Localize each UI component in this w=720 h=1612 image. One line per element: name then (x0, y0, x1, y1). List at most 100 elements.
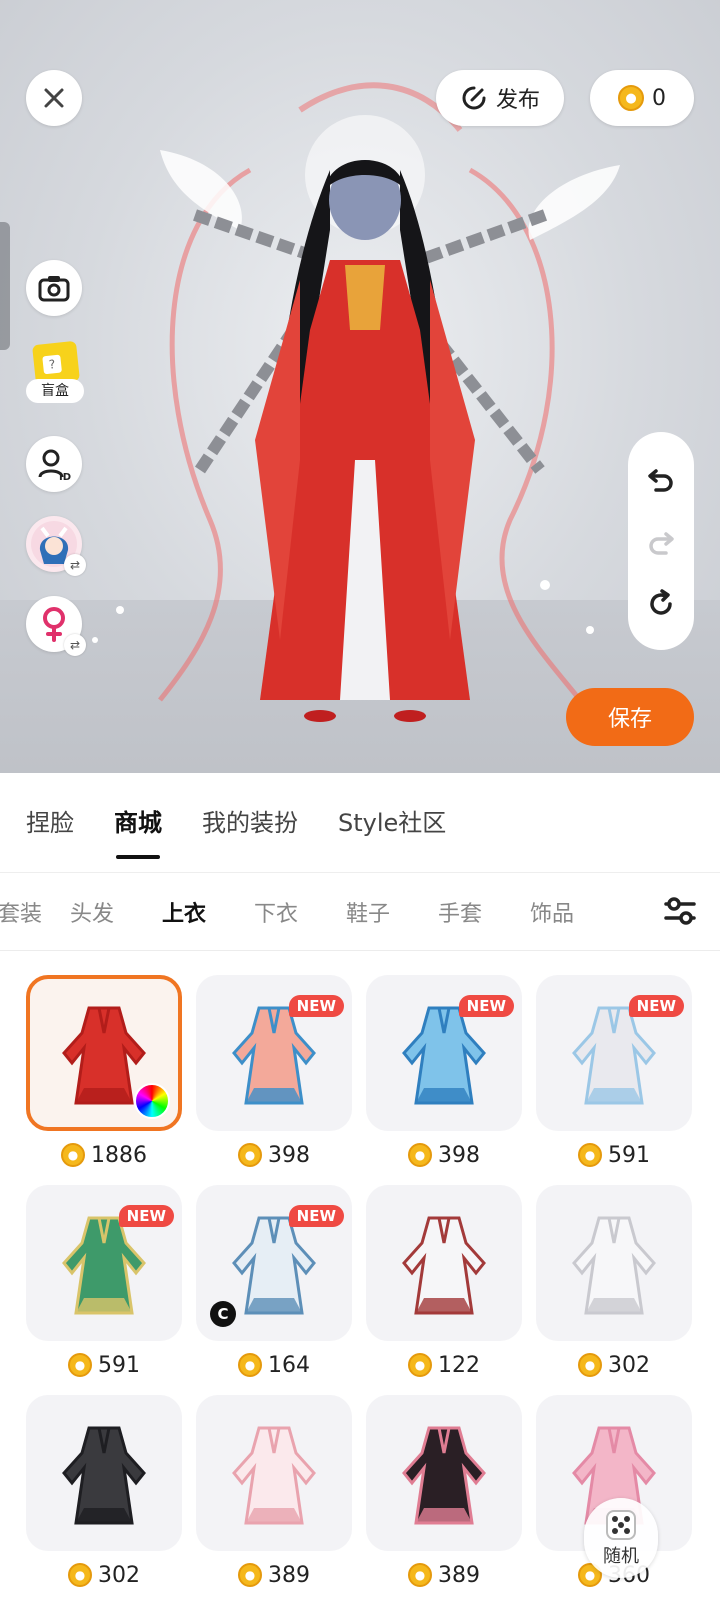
item-price-value: 389 (268, 1562, 310, 1588)
tab-0[interactable]: 捏脸 (26, 799, 74, 847)
item-thumbnail[interactable]: NEW (366, 975, 522, 1131)
coin-balance[interactable]: ● 0 (590, 70, 694, 126)
item-price: ● 398 (366, 1131, 522, 1179)
dice-icon (606, 1510, 636, 1540)
coin-balance-value: 0 (652, 85, 666, 111)
female-icon (43, 607, 65, 642)
id-icon: ID (38, 449, 71, 481)
item-price-value: 122 (438, 1352, 480, 1378)
blindbox-button[interactable]: ? 盲盒 (26, 340, 84, 405)
coin-icon: ● (238, 1563, 262, 1587)
item-price: ● 591 (26, 1341, 182, 1389)
coin-icon: ● (578, 1353, 602, 1377)
undo-icon[interactable] (646, 463, 676, 493)
gender-switch-button[interactable]: ⇄ (26, 596, 86, 656)
item-price-value: 164 (268, 1352, 310, 1378)
item-thumbnail[interactable]: NEW C (196, 1185, 352, 1341)
black-coat-icon (62, 1426, 146, 1525)
tab-2[interactable]: 我的装扮 (202, 799, 298, 847)
tab-3[interactable]: Style社区 (338, 799, 446, 847)
item-thumbnail[interactable] (26, 975, 182, 1131)
blindbox-label: 盲盒 (26, 379, 84, 403)
switch-avatar-button[interactable]: ⇄ (26, 516, 86, 576)
category-tab-6[interactable]: 饰品 (506, 896, 598, 928)
item-price-value: 302 (608, 1352, 650, 1378)
category-tab-1[interactable]: 头发 (46, 896, 138, 928)
item-card[interactable]: NEW ● 398 (366, 975, 522, 1185)
new-badge: NEW (288, 1205, 344, 1227)
item-price: ● 591 (536, 1131, 692, 1179)
item-price-value: 398 (268, 1142, 310, 1168)
item-price-value: 398 (438, 1142, 480, 1168)
item-card[interactable]: ● 389 (196, 1395, 352, 1605)
item-card[interactable]: NEW C ● 164 (196, 1185, 352, 1395)
filter-icon[interactable] (660, 891, 700, 931)
white-coat-icon (572, 1216, 656, 1315)
item-price-value: 591 (608, 1142, 650, 1168)
id-button[interactable]: ID (26, 436, 82, 492)
category-tab-3[interactable]: 下衣 (230, 896, 322, 928)
coin-icon: ● (408, 1143, 432, 1167)
redo-icon[interactable] (646, 526, 676, 556)
item-card[interactable]: NEW ● 591 (536, 975, 692, 1185)
item-price: ● 302 (536, 1341, 692, 1389)
creator-c-icon: C (210, 1301, 236, 1327)
item-thumbnail[interactable]: NEW (536, 975, 692, 1131)
item-card[interactable]: NEW ● 398 (196, 975, 352, 1185)
white-jacket-icon (402, 1216, 486, 1315)
gothic-dress-icon (402, 1426, 486, 1525)
reset-icon[interactable] (646, 589, 676, 619)
category-tab-0[interactable]: 套装 (0, 896, 46, 928)
item-card[interactable]: ● 302 (26, 1395, 182, 1605)
camera-button[interactable] (26, 260, 82, 316)
category-tab-2[interactable]: 上衣 (138, 896, 230, 928)
main-tabs: 捏脸 商城 我的装扮 Style社区 (0, 773, 720, 873)
item-price: ● 164 (196, 1341, 352, 1389)
item-card[interactable]: ● 389 (366, 1395, 522, 1605)
coin-icon: ● (408, 1563, 432, 1587)
item-price-value: 302 (98, 1562, 140, 1588)
random-label: 随机 (603, 1546, 639, 1567)
item-price: ● 122 (366, 1341, 522, 1389)
item-card[interactable]: ● 1886 (26, 975, 182, 1185)
item-thumbnail[interactable] (26, 1395, 182, 1551)
item-thumbnail[interactable] (536, 1185, 692, 1341)
color-picker-icon[interactable] (134, 1083, 170, 1119)
lace-dress-icon (232, 1426, 316, 1525)
item-thumbnail[interactable]: NEW (26, 1185, 182, 1341)
item-card[interactable]: ● 122 (366, 1185, 522, 1395)
item-price: ● 302 (26, 1551, 182, 1599)
item-price-value: 389 (438, 1562, 480, 1588)
new-badge: NEW (118, 1205, 174, 1227)
coin-icon: ● (618, 85, 644, 111)
item-price-value: 591 (98, 1352, 140, 1378)
category-tab-5[interactable]: 手套 (414, 896, 506, 928)
save-button[interactable]: 保存 (566, 688, 694, 746)
coin-icon: ● (238, 1353, 262, 1377)
publish-button[interactable]: 发布 (436, 70, 564, 126)
tab-1[interactable]: 商城 (114, 799, 162, 859)
swap-icon: ⇄ (64, 554, 86, 576)
avatar-preview[interactable]: 发布 ● 0 ? 盲盒 ID ⇄ ⇄ 保存 (0, 0, 720, 773)
coin-icon: ● (61, 1143, 85, 1167)
item-price-value: 1886 (91, 1142, 147, 1168)
coin-icon: ● (238, 1143, 262, 1167)
coin-icon: ● (578, 1143, 602, 1167)
item-price: ● 389 (196, 1551, 352, 1599)
item-card[interactable]: NEW ● 591 (26, 1185, 182, 1395)
close-icon (44, 88, 64, 108)
item-thumbnail[interactable] (366, 1185, 522, 1341)
item-card[interactable]: ● 302 (536, 1185, 692, 1395)
coin-icon: ● (68, 1563, 92, 1587)
item-thumbnail[interactable]: NEW (196, 975, 352, 1131)
item-thumbnail[interactable] (366, 1395, 522, 1551)
close-button[interactable] (26, 70, 82, 126)
svg-text:ID: ID (59, 472, 71, 481)
camera-icon (38, 276, 70, 302)
category-tab-4[interactable]: 鞋子 (322, 896, 414, 928)
item-price: ● 389 (366, 1551, 522, 1599)
item-thumbnail[interactable] (196, 1395, 352, 1551)
random-button[interactable]: 随机 (584, 1498, 658, 1578)
publish-icon (462, 86, 486, 110)
new-badge: NEW (288, 995, 344, 1017)
